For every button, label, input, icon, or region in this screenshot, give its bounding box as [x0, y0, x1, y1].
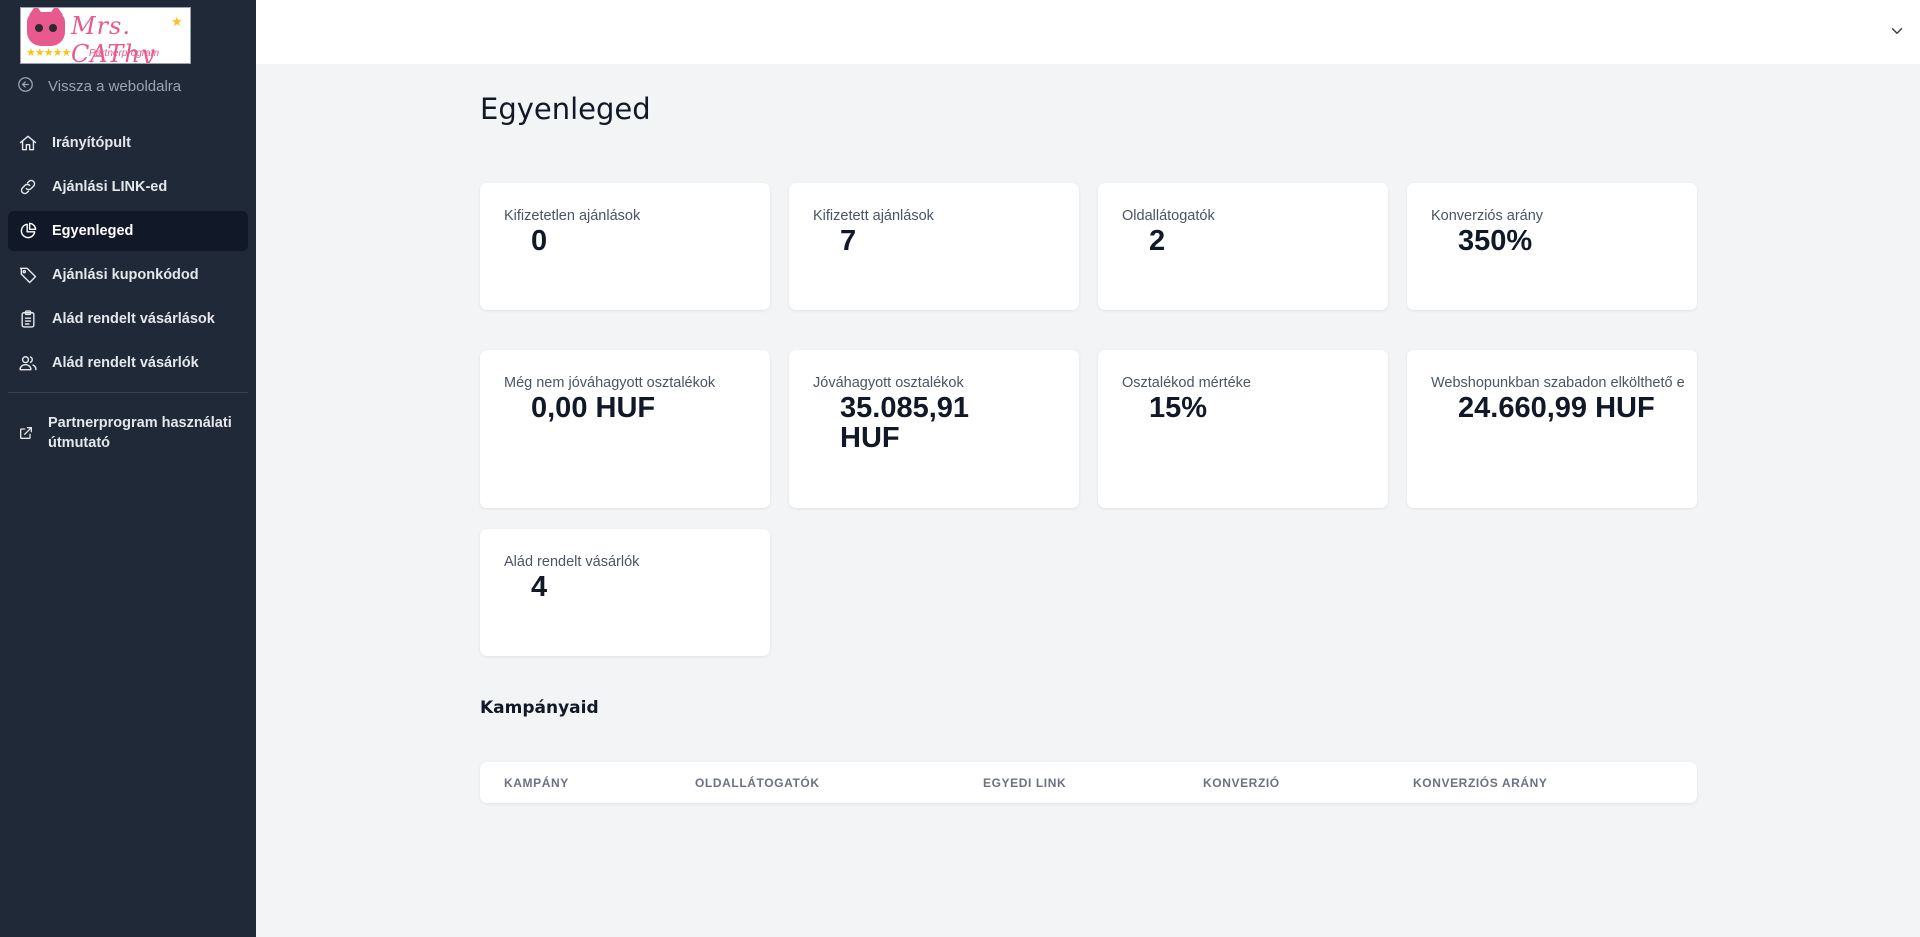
- cat-logo-icon: [27, 8, 65, 46]
- stat-card-conversion-rate: Konverziós arány 350%: [1407, 183, 1697, 310]
- clipboard-icon: [18, 309, 38, 329]
- stat-label: Webshopunkban szabadon elkölthető e: [1431, 375, 1685, 391]
- stat-label: Oldallátogatók: [1122, 208, 1215, 224]
- stat-label: Kifizetetlen ajánlások: [504, 208, 641, 224]
- stat-value: 2: [1149, 225, 1166, 257]
- sidebar-item-purchases[interactable]: Alád rendelt vásárlások: [8, 299, 248, 339]
- stat-card-commission-rate: Osztalékod mértéke 15%: [1098, 350, 1388, 508]
- sidebar-item-referral-link[interactable]: Ajánlási LINK-ed: [8, 167, 248, 207]
- logo-spark-icon: ★: [171, 14, 183, 29]
- user-guide-label: Partnerprogram használati útmutató: [48, 415, 232, 451]
- logo-stars: ★★★★★: [26, 47, 71, 59]
- logo-subtitle: Partnerprogram: [89, 48, 160, 59]
- column-header-conversion-rate: Konverziós arány: [1413, 776, 1548, 790]
- column-header-campaign: Kampány: [504, 776, 569, 790]
- sidebar-divider: [8, 392, 248, 393]
- stat-value: 7: [840, 225, 857, 257]
- stat-label: Még nem jóváhagyott osztalékok: [504, 375, 716, 391]
- stat-label: Osztalékod mértéke: [1122, 375, 1251, 391]
- sidebar-item-balance[interactable]: Egyenleged: [8, 211, 248, 251]
- sidebar-item-dashboard[interactable]: Irányítópult: [8, 123, 248, 163]
- external-link-icon: [18, 413, 48, 447]
- column-header-visitors: Oldallátogatók: [695, 776, 820, 790]
- sidebar-item-label: Egyenleged: [52, 223, 134, 239]
- column-header-conversion: Konverzió: [1203, 776, 1280, 790]
- chevron-down-icon[interactable]: [1888, 22, 1906, 40]
- stat-value: 4: [531, 571, 548, 603]
- campaigns-title: Kampányaid: [480, 698, 599, 718]
- stat-card-approved-commissions: Jóváhagyott osztalékok 35.085,91 HUF: [789, 350, 1079, 508]
- top-bar: [256, 0, 1920, 64]
- sidebar-nav: Irányítópult Ajánlási LINK-ed Egyenleged…: [8, 123, 248, 387]
- stat-value: 0,00 HUF: [531, 392, 656, 424]
- chart-pie-icon: [18, 221, 38, 241]
- sidebar-item-label: Ajánlási LINK-ed: [52, 179, 168, 195]
- stat-card-unpaid-referrals: Kifizetetlen ajánlások 0: [480, 183, 770, 310]
- stat-label: Alád rendelt vásárlók: [504, 554, 640, 570]
- stat-value: 350%: [1458, 225, 1533, 257]
- back-link-label: Vissza a weboldalra: [48, 78, 182, 95]
- stat-value: 15%: [1149, 392, 1208, 424]
- stat-card-referred-customers: Alád rendelt vásárlók 4: [480, 529, 770, 656]
- logo[interactable]: Mrs. CAThy ★ ★★★★★ Partnerprogram: [20, 7, 191, 64]
- stat-card-page-visitors: Oldallátogatók 2: [1098, 183, 1388, 310]
- stat-value: 24.660,99 HUF: [1458, 392, 1655, 424]
- sidebar-item-customers[interactable]: Alád rendelt vásárlók: [8, 343, 248, 383]
- stat-card-webshop-credit: Webshopunkban szabadon elkölthető e 24.6…: [1407, 350, 1697, 508]
- sidebar-item-label: Alád rendelt vásárlók: [52, 355, 199, 371]
- page-title: Egyenleged: [480, 92, 651, 126]
- arrow-left-circle-icon: [17, 76, 34, 97]
- stat-label: Konverziós arány: [1431, 208, 1544, 224]
- user-guide-link[interactable]: Partnerprogram használati útmutató: [18, 413, 238, 453]
- sidebar-item-label: Alád rendelt vásárlások: [52, 311, 215, 327]
- stat-value: 35.085,91 HUF: [840, 392, 970, 454]
- sidebar-item-label: Ajánlási kuponkódod: [52, 267, 199, 283]
- link-icon: [18, 177, 38, 197]
- home-icon: [18, 133, 38, 153]
- sidebar-item-label: Irányítópult: [52, 135, 131, 151]
- back-to-website-link[interactable]: Vissza a weboldalra: [17, 76, 181, 97]
- stat-label: Kifizetett ajánlások: [813, 208, 934, 224]
- stat-card-paid-referrals: Kifizetett ajánlások 7: [789, 183, 1079, 310]
- stat-card-pending-commissions: Még nem jóváhagyott osztalékok 0,00 HUF: [480, 350, 770, 508]
- column-header-unique-link: Egyedi link: [983, 776, 1067, 790]
- sidebar: Mrs. CAThy ★ ★★★★★ Partnerprogram Vissza…: [0, 0, 256, 937]
- users-icon: [18, 353, 38, 373]
- campaigns-table: Kampány Oldallátogatók Egyedi link Konve…: [480, 762, 1697, 803]
- tag-icon: [18, 265, 38, 285]
- stat-label: Jóváhagyott osztalékok: [813, 375, 964, 391]
- sidebar-item-coupon[interactable]: Ajánlási kuponkódod: [8, 255, 248, 295]
- stat-value: 0: [531, 225, 548, 257]
